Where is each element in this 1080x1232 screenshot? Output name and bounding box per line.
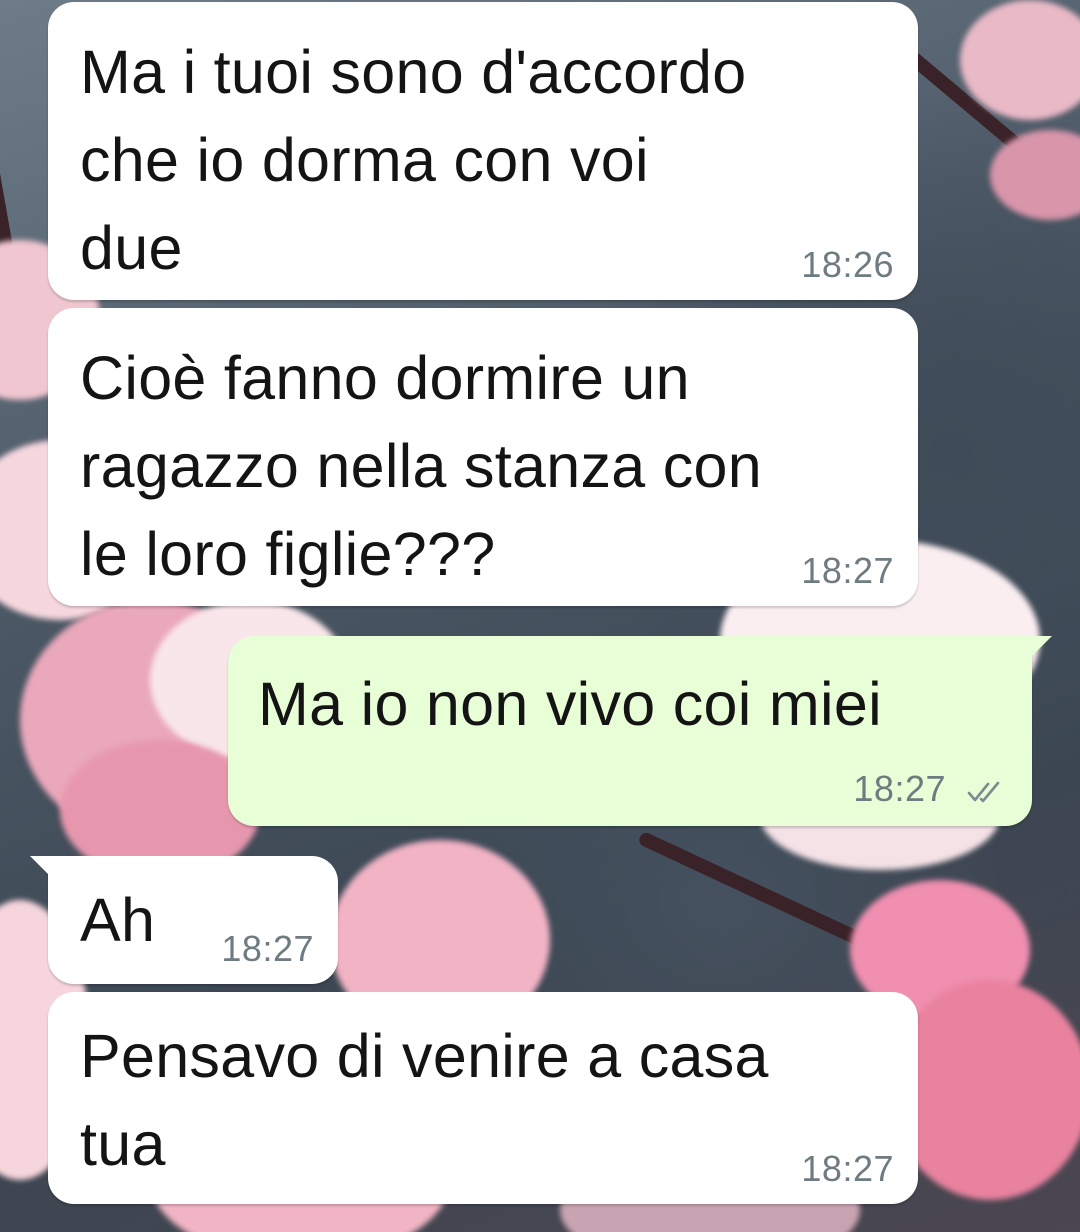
message-text: Ma i tuoi sono d'accordo che io dorma co… [80,38,747,282]
message-bubble-incoming[interactable]: Ma i tuoi sono d'accordo che io dorma co… [48,2,918,300]
message-bubble-incoming[interactable]: Cioè fanno dormire un ragazzo nella stan… [48,308,918,606]
message-bubble-outgoing[interactable]: Ma io non vivo coi miei 18:27 [228,636,1052,826]
message-text: Pensavo di venire a casa tua [80,1022,769,1178]
message-bubble-incoming[interactable]: Ah 18:27 [30,856,338,984]
bubble-tail [1024,636,1052,664]
bubble-tail [30,856,58,884]
double-check-icon [967,781,1000,803]
message-text: Cioè fanno dormire un ragazzo nella stan… [80,344,763,588]
message-timestamp: 18:27 [221,928,314,969]
message-timestamp: 18:27 [801,1148,894,1189]
blossom [890,980,1080,1200]
message-timestamp: 18:26 [801,244,894,285]
message-timestamp: 18:27 [853,768,946,809]
message-timestamp: 18:27 [801,550,894,591]
message-bubble-incoming[interactable]: Pensavo di venire a casa tua 18:27 [48,992,918,1204]
message-text: Ma io non vivo coi miei [258,670,882,738]
message-text: Ah [80,886,156,954]
blossom [960,0,1080,120]
